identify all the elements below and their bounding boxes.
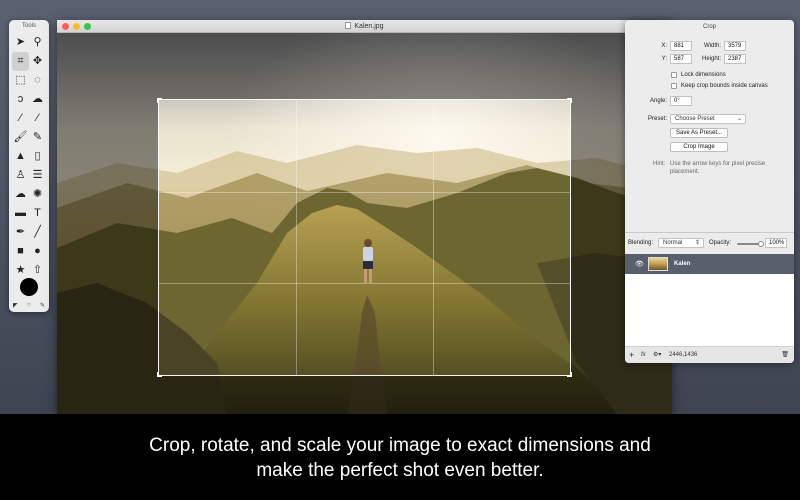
transform-icon[interactable]: ✥ [29,52,46,71]
crop-selection[interactable] [157,98,572,377]
lock-dimensions-label: Lock dimensions [681,72,726,78]
foreground-color-well[interactable] [20,278,38,296]
inspector-panel: Crop X: 881 Width: 3579 Y: 587 Height: 2… [625,20,794,363]
preset-popup[interactable]: Choose Preset ⌄ [670,114,746,124]
hint-text: Use the arrow keys for pixel precise pla… [670,161,766,175]
zoom-icon[interactable]: ⚲ [29,33,46,52]
layer-row[interactable]: 👁 Kalen [625,254,794,274]
angle-field[interactable]: 0° [670,96,692,106]
pencil-icon[interactable]: ✎ [29,128,46,147]
text-icon[interactable]: T [29,204,46,223]
tools-palette: Tools ➤ ⚲ ⌗ ✥ ⬚ ◌ ↄ ☁ ⁄ ⁄ 🖌 ✎ ▲ ▯ ♙ ☰ ☁ ✺ ▬ T ✒ ╱ ■ ● ★ ⇧ ◤ ○ ✎ [9,20,49,312]
layers-footer: + fx ⚙▾ 2446,1436 🗑 [625,346,794,363]
x-field[interactable]: 881 [670,41,692,51]
preset-value: Choose Preset [675,116,715,122]
crop-image-button[interactable]: Crop Image [670,142,728,152]
crop-grid-line [295,100,297,375]
crop-grid-line [432,100,434,375]
lock-dimensions-checkbox[interactable] [671,72,677,78]
title-bar[interactable]: Kalen.jpg [57,20,672,33]
opacity-field[interactable]: 100% [765,238,787,248]
document-title-text: Kalen.jpg [354,23,384,30]
panel-divider [625,232,794,233]
eyedropper-icon[interactable]: ✎ [40,302,45,309]
keep-bounds-label: Keep crop bounds inside canvas [681,83,768,89]
keep-bounds-checkbox[interactable] [671,83,677,89]
rect-select-icon[interactable]: ⬚ [12,71,29,90]
layer-name: Kalen [674,261,691,267]
document-title: Kalen.jpg [57,20,672,33]
visibility-eye-icon[interactable]: 👁 [635,260,645,268]
chevron-updown-icon: ⇕ [694,240,700,246]
tool-grid: ➤ ⚲ ⌗ ✥ ⬚ ◌ ↄ ☁ ⁄ ⁄ 🖌 ✎ ▲ ▯ ♙ ☰ ☁ ✺ ▬ T ✒ ╱ ■ ● ★ ⇧ [12,33,46,280]
crop-overlay-left [57,99,158,376]
layers-list[interactable] [625,274,794,346]
x-label: X: [661,43,667,49]
preset-label: Preset: [647,116,667,122]
save-as-preset-button[interactable]: Save As Preset... [670,128,728,138]
document-window: Kalen.jpg [57,20,672,414]
crop-handle-top-right[interactable] [567,98,572,103]
lock-dimensions-row[interactable]: Lock dimensions [671,71,726,79]
crop-icon[interactable]: ⌗ [12,52,29,71]
crop-grid-line [159,191,570,193]
quick-select-icon[interactable]: ⁄ [29,109,46,128]
eraser-icon[interactable]: ▯ [29,147,46,166]
crop-overlay-bottom [57,376,672,414]
layer-thumbnail [648,257,668,271]
cloud-icon[interactable]: ☁ [12,185,29,204]
gear-icon[interactable]: ⚙▾ [653,347,661,363]
pen-icon[interactable]: ✒ [12,223,29,242]
gradient-icon[interactable]: ▬ [12,204,29,223]
add-layer-icon[interactable]: + [629,347,634,363]
background-color-icon[interactable]: ○ [27,302,31,308]
arrow-select-icon[interactable]: ➤ [12,33,29,52]
width-label: Width: [703,43,721,49]
blending-value: Normal [663,240,683,246]
crop-handle-top-left[interactable] [157,98,162,103]
y-label: Y: [661,56,667,62]
sun-icon[interactable]: ✺ [29,185,46,204]
document-icon [345,22,352,29]
image-canvas[interactable] [57,33,672,414]
swap-colors-icon[interactable]: ◤ [13,302,18,309]
opacity-slider-knob[interactable] [758,241,764,247]
crop-overlay-top [57,33,672,99]
oval-shape-icon[interactable]: ● [29,242,46,261]
lasso-icon[interactable]: ↄ [12,90,29,109]
brush-icon[interactable]: 🖌 [12,128,29,147]
paint-bucket-icon[interactable]: ▲ [12,147,29,166]
crop-grid-line [159,283,570,285]
arrow-shape-icon[interactable]: ⇧ [29,261,46,280]
crop-handle-bottom-right[interactable] [567,372,572,377]
tools-title: Tools [21,23,36,29]
tools-footer: ◤ ○ ✎ [13,301,45,309]
angle-label: Angle: [649,98,667,104]
crop-panel-title: Crop [702,24,716,30]
opacity-label: Opacity: [709,240,732,246]
keep-bounds-row[interactable]: Keep crop bounds inside canvas [671,82,768,90]
height-label: Height: [701,56,721,62]
chevron-down-icon: ⌄ [736,116,742,122]
ellipse-select-icon[interactable]: ◌ [29,71,46,90]
y-field[interactable]: 587 [670,54,692,64]
canvas-size-readout: 2446,1436 [669,352,698,358]
rectangle-shape-icon[interactable]: ■ [12,242,29,261]
blending-popup[interactable]: Normal ⇕ [658,238,704,248]
crop-handle-bottom-left[interactable] [157,372,162,377]
caption-line-2: make the perfect shot even better. [256,460,544,481]
magic-wand-icon[interactable]: ⁄ [12,109,29,128]
width-field[interactable]: 3579 [724,41,746,51]
height-field[interactable]: 2387 [724,54,746,64]
stamp-icon[interactable]: ♙ [12,166,29,185]
caption-line-1: Crop, rotate, and scale your image to ex… [149,435,651,456]
caption-band: Crop, rotate, and scale your image to ex… [0,414,800,500]
blending-label: Blending: [628,240,654,246]
trash-icon[interactable]: 🗑 [781,347,789,363]
hint-label: Hint: [653,161,666,167]
fx-icon[interactable]: fx [641,347,646,363]
smudge-icon[interactable]: ☰ [29,166,46,185]
line-icon[interactable]: ╱ [29,223,46,242]
polygon-lasso-icon[interactable]: ☁ [29,90,46,109]
